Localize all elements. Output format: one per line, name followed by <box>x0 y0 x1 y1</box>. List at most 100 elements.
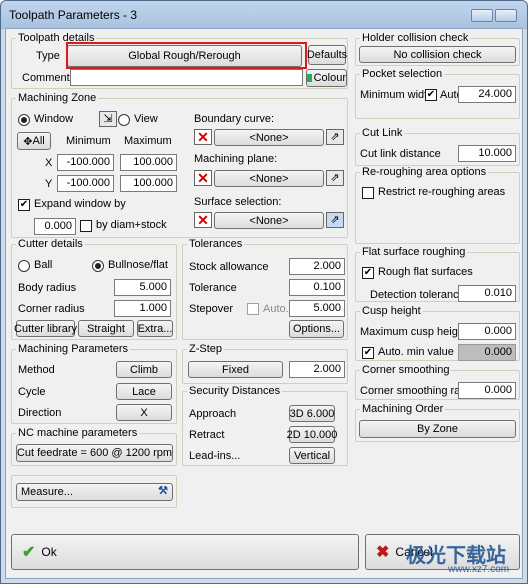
cutter-details-group: Cutter details Ball Bullnose/flat Body r… <box>11 238 177 340</box>
bullnose-label: Bullnose/flat <box>108 259 168 271</box>
y-min-input[interactable]: -100.000 <box>57 175 114 192</box>
straight-button[interactable]: Straight <box>78 320 134 337</box>
extra-button[interactable]: Extra... <box>137 320 173 337</box>
window-radio[interactable] <box>18 114 30 126</box>
x-min-input[interactable]: -100.000 <box>57 154 114 171</box>
toolpath-details-group: Toolpath details Type Global Rough/Rerou… <box>11 32 348 89</box>
flat-surface-group: Flat surface roughing ✔ Rough flat surfa… <box>355 246 520 302</box>
method-label: Method <box>18 364 55 376</box>
machining-order-button[interactable]: By Zone <box>359 420 516 438</box>
group-label: Machining Parameters <box>16 343 131 355</box>
detection-tolerance-label: Detection tolerance <box>370 289 465 301</box>
stepover-label: Stepover <box>189 303 234 315</box>
comment-input[interactable] <box>70 69 303 86</box>
surface-selection-select[interactable]: <None> <box>214 212 324 229</box>
collision-check-button[interactable]: No collision check <box>359 46 516 63</box>
all-label: All <box>32 135 45 147</box>
pocket-auto-checkbox[interactable]: ✔ <box>425 89 437 101</box>
cut-feedrate-button[interactable]: Cut feedrate = 600 @ 1200 rpm <box>16 444 173 462</box>
corner-smoothing-input[interactable]: 0.000 <box>458 382 516 399</box>
stepover-input[interactable]: 5.000 <box>289 300 345 317</box>
max-cusp-input[interactable]: 0.000 <box>458 323 516 340</box>
zstep-mode-button[interactable]: Fixed <box>188 361 283 378</box>
boundary-curve-select[interactable]: <None> <box>214 129 324 146</box>
move-icon: ✥ <box>23 135 33 148</box>
diam-stock-checkbox[interactable] <box>80 220 92 232</box>
method-button[interactable]: Climb <box>116 361 172 378</box>
retract-button[interactable]: 2D 10.000 <box>287 426 337 443</box>
zstep-input[interactable]: 2.000 <box>289 361 345 378</box>
y-max-input[interactable]: 100.000 <box>120 175 177 192</box>
group-label: Pocket selection <box>360 68 445 80</box>
body-radius-label: Body radius <box>18 282 77 294</box>
diam-stock-label: by diam+stock <box>96 219 167 231</box>
options-button[interactable]: Options... <box>289 320 344 338</box>
all-button[interactable]: ✥ All <box>17 132 51 150</box>
surface-selection-label: Surface selection: <box>194 196 282 208</box>
auto-min-label: Auto. min value <box>378 346 454 358</box>
select-window-icon[interactable]: ⇲ <box>99 111 117 127</box>
stock-allowance-label: Stock allowance <box>189 261 269 273</box>
machining-plane-select[interactable]: <None> <box>214 170 324 187</box>
stepover-auto-checkbox[interactable] <box>247 303 259 315</box>
group-label: Machining Order <box>360 403 446 415</box>
maximum-label: Maximum <box>124 135 172 147</box>
ok-button[interactable]: ✔ Ok <box>11 534 359 570</box>
cancel-button[interactable]: ✖ Cancel <box>365 534 520 570</box>
cancel-icon: ✖ <box>376 544 390 561</box>
dialog-body: Toolpath details Type Global Rough/Rerou… <box>5 28 523 579</box>
detection-tolerance-input[interactable]: 0.010 <box>458 285 516 302</box>
pick-boundary-icon[interactable]: ⇗ <box>326 129 344 145</box>
group-label: Security Distances <box>187 385 283 397</box>
view-radio[interactable] <box>118 114 130 126</box>
body-radius-input[interactable]: 5.000 <box>114 279 171 296</box>
measure-group: Measure... ⚒ <box>11 475 177 508</box>
cusp-height-group: Cusp height Maximum cusp height 0.000 ✔ … <box>355 305 520 361</box>
cutter-library-button[interactable]: Cutter library <box>14 320 77 337</box>
clear-boundary-icon[interactable]: ✕ <box>194 129 212 145</box>
group-label: Holder collision check <box>360 32 471 44</box>
minimum-width-input[interactable]: 24.000 <box>458 86 516 103</box>
cycle-label: Cycle <box>18 386 46 398</box>
direction-button[interactable]: X <box>116 404 172 421</box>
rough-flat-label: Rough flat surfaces <box>378 266 473 278</box>
holder-collision-group: Holder collision check No collision chec… <box>355 32 520 66</box>
expand-window-checkbox[interactable]: ✔ <box>18 199 30 211</box>
group-label: Cusp height <box>360 305 423 317</box>
colour-button[interactable]: Colour <box>306 69 347 87</box>
group-label: Machining Zone <box>16 92 99 104</box>
auto-min-input: 0.000 <box>458 344 516 361</box>
stock-allowance-input[interactable]: 2.000 <box>289 258 345 275</box>
pick-surface-icon[interactable]: ⇗ <box>326 212 344 228</box>
rough-flat-checkbox[interactable]: ✔ <box>362 267 374 279</box>
pick-plane-icon[interactable]: ⇗ <box>326 170 344 186</box>
ball-radio[interactable] <box>18 260 30 272</box>
approach-button[interactable]: 3D 6.000 <box>289 405 335 422</box>
group-label: Cut Link <box>360 127 405 139</box>
x-max-input[interactable]: 100.000 <box>120 154 177 171</box>
cancel-label: Cancel <box>395 545 433 559</box>
group-label: NC machine parameters <box>16 427 140 439</box>
measure-button[interactable]: Measure... ⚒ <box>16 483 173 501</box>
defaults-button[interactable]: Defaults <box>307 45 347 65</box>
clear-surface-icon[interactable]: ✕ <box>194 212 212 228</box>
tolerance-input[interactable]: 0.100 <box>289 279 345 296</box>
cycle-button[interactable]: Lace <box>116 383 172 400</box>
restrict-reroughing-label: Restrict re-roughing areas <box>378 186 506 198</box>
window-label: Window <box>34 113 74 125</box>
corner-radius-input[interactable]: 1.000 <box>114 300 171 317</box>
boundary-curve-label: Boundary curve: <box>194 113 275 125</box>
corner-radius-label: Corner radius <box>18 303 85 315</box>
leadins-button[interactable]: Vertical <box>289 447 335 464</box>
auto-min-checkbox[interactable]: ✔ <box>362 347 374 359</box>
group-label: Re-roughing area options <box>360 166 489 178</box>
direction-label: Direction <box>18 407 62 419</box>
restrict-reroughing-checkbox[interactable] <box>362 187 374 199</box>
pocket-selection-group: Pocket selection Minimum width ✔ Auto 24… <box>355 68 520 119</box>
bullnose-radio[interactable] <box>92 260 104 272</box>
expand-window-input[interactable]: 0.000 <box>34 218 76 235</box>
cut-link-input[interactable]: 10.000 <box>458 145 516 162</box>
restore-button[interactable] <box>471 9 493 22</box>
clear-plane-icon[interactable]: ✕ <box>194 170 212 186</box>
window-menu-button[interactable] <box>495 9 517 22</box>
